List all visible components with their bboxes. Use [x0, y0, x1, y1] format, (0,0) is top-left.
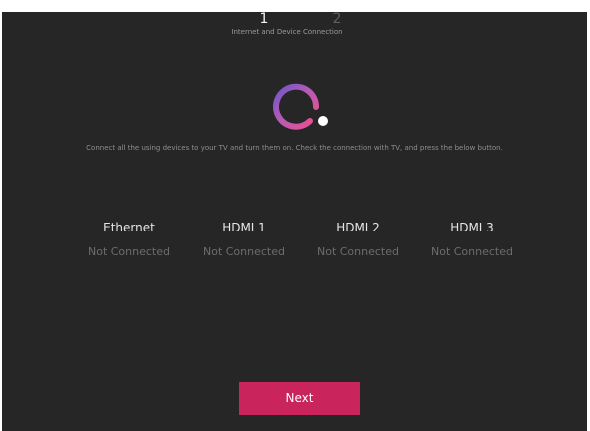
device-status: Not Connected [87, 245, 170, 258]
device-hdmi-1: HDMI 1 Not Connected [189, 217, 299, 258]
device-ethernet: Ethernet Not Connected [74, 217, 184, 258]
device-status: Not Connected [316, 245, 399, 258]
device-list: Ethernet Not Connected HDMI 1 Not Connec… [74, 217, 534, 267]
step-indicator-current: 1 [259, 11, 269, 27]
device-status: Not Connected [202, 245, 285, 258]
instruction-text: Connect all the using devices to your TV… [86, 144, 503, 152]
device-status: Not Connected [430, 245, 513, 258]
step-caption: Internet and Device Connection [231, 28, 343, 36]
setup-screen: 1 2 Internet and Device Connection Conne… [2, 12, 587, 431]
device-name: HDMI 3 [450, 221, 494, 231]
loading-ring-icon [273, 83, 328, 130]
device-name: HDMI 1 [222, 221, 266, 231]
device-hdmi-2: HDMI 2 Not Connected [303, 217, 413, 258]
device-name: HDMI 2 [336, 221, 380, 231]
device-name: Ethernet [103, 221, 155, 231]
next-button[interactable]: Next [239, 382, 360, 415]
device-hdmi-3: HDMI 3 Not Connected [417, 217, 527, 258]
step-indicator-next: 2 [332, 11, 342, 27]
